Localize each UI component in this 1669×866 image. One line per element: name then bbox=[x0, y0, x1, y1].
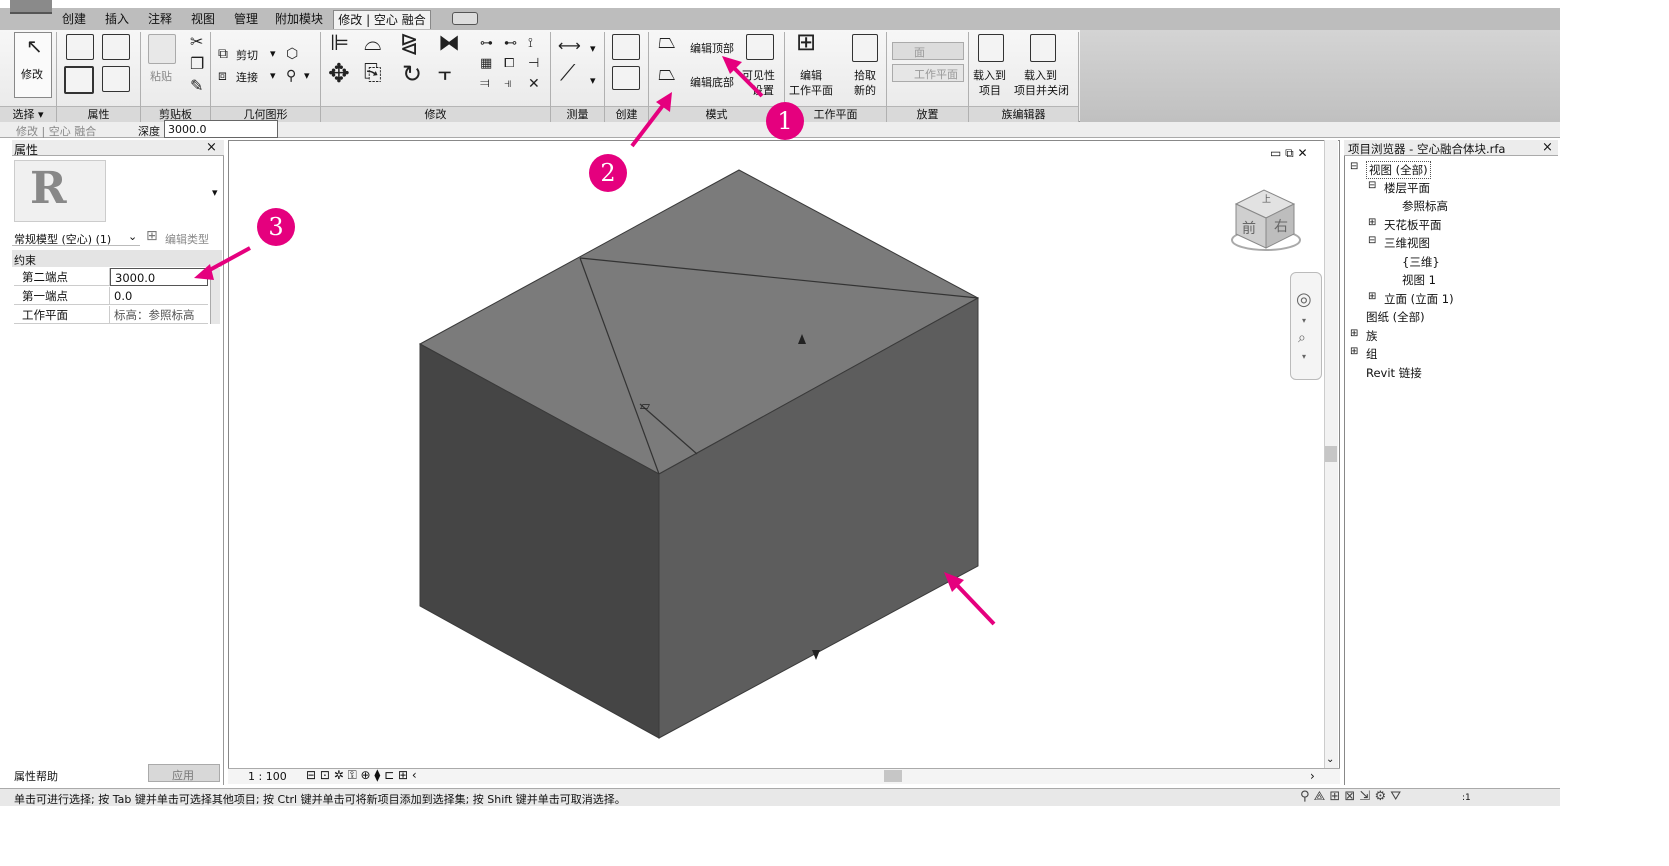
tree-toggle-icon[interactable]: ⊟ bbox=[1368, 180, 1376, 191]
tree-item[interactable]: 立面 (立面 1) bbox=[1384, 291, 1454, 307]
selection-count: :1 bbox=[1462, 793, 1471, 803]
tree-item[interactable]: 楼层平面 bbox=[1384, 180, 1430, 196]
tree-toggle-icon[interactable]: ⊟ bbox=[1350, 161, 1358, 172]
callout-1: 1 bbox=[766, 102, 804, 140]
view-scale[interactable]: 1 : 100 bbox=[248, 770, 287, 783]
viewport-vertical-thumb[interactable] bbox=[1325, 446, 1337, 462]
zoom-region-icon[interactable]: ⌕ bbox=[1298, 330, 1306, 346]
tree-toggle-icon[interactable]: ⊞ bbox=[1368, 217, 1376, 228]
project-browser-close-button[interactable]: × bbox=[1542, 140, 1553, 155]
callout-2: 2 bbox=[589, 154, 627, 192]
tree-toggle-icon[interactable]: ⊞ bbox=[1368, 291, 1376, 302]
workplane-glyph-icon: ⏥ bbox=[640, 399, 650, 414]
tree-toggle-icon[interactable]: ⊟ bbox=[1368, 235, 1376, 246]
selection-filter-icons[interactable]: ⚲ ⟁ ⊞ ⊠ ⇲ ⚙ ⛛ bbox=[1300, 789, 1401, 804]
tree-item[interactable]: 族 bbox=[1366, 328, 1378, 344]
project-browser-title: 项目浏览器 - 空心融合体块.rfa bbox=[1348, 142, 1506, 156]
tree-item[interactable]: 图纸 (全部) bbox=[1366, 309, 1425, 325]
tree-item[interactable]: 天花板平面 bbox=[1384, 217, 1442, 233]
zoom-dropdown[interactable]: ▾ bbox=[1302, 352, 1306, 361]
viewcube-right-label[interactable]: 右 bbox=[1274, 216, 1288, 236]
view-control-icons[interactable]: ⊟ ⊡ ✲ ⚿ ⊕ ⧫ ⊏ ⊞ ‹ bbox=[306, 768, 417, 783]
callout-arrow-4 bbox=[944, 572, 996, 626]
tree-toggle-icon[interactable]: ⊞ bbox=[1350, 346, 1358, 357]
callout-arrow-1 bbox=[722, 56, 764, 98]
tree-item[interactable]: 视图 1 bbox=[1402, 272, 1436, 288]
steering-wheel-icon[interactable]: ◎ bbox=[1296, 291, 1312, 309]
navigation-dropdown[interactable]: ▾ bbox=[1302, 316, 1306, 325]
status-text: 单击可进行选择; 按 Tab 键并单击可选择其他项目; 按 Ctrl 键并单击可… bbox=[14, 793, 626, 806]
scroll-down-arrow-icon[interactable]: ⌄ bbox=[1326, 754, 1334, 765]
viewport-horizontal-thumb[interactable] bbox=[884, 770, 902, 782]
tree-item[interactable]: 视图 (全部) bbox=[1366, 161, 1431, 179]
tree-item[interactable]: {三维} bbox=[1402, 254, 1440, 270]
callout-arrow-3 bbox=[194, 246, 251, 280]
scroll-right-arrow-icon[interactable]: › bbox=[1310, 769, 1315, 783]
callout-3: 3 bbox=[257, 208, 295, 246]
callout-arrow-2 bbox=[630, 92, 672, 148]
tree-item[interactable]: 参照标高 bbox=[1402, 198, 1448, 214]
viewcube-top-label[interactable]: 上 bbox=[1262, 192, 1271, 205]
tree-toggle-icon[interactable]: ⊞ bbox=[1350, 328, 1358, 339]
tree-item[interactable]: 三维视图 bbox=[1384, 235, 1430, 251]
tree-item[interactable]: Revit 链接 bbox=[1366, 365, 1422, 381]
viewcube-front-label[interactable]: 前 bbox=[1242, 218, 1256, 238]
tree-item[interactable]: 组 bbox=[1366, 346, 1378, 362]
